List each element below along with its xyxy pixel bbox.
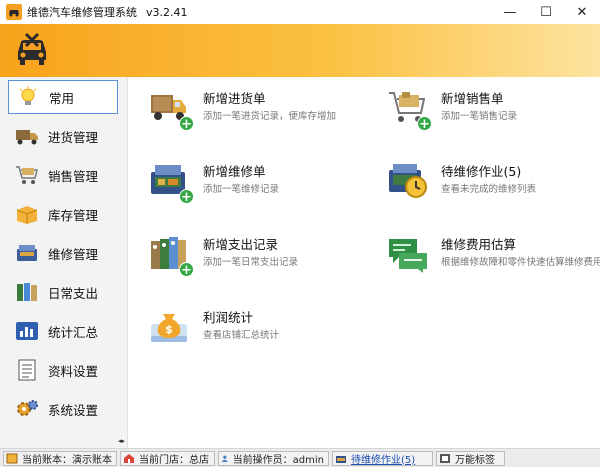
header-banner <box>0 24 600 77</box>
sidebar-item-repair[interactable]: 维修管理 <box>8 236 118 270</box>
status-account-text: 当前账本：演示账本 <box>22 454 112 466</box>
status-universal-labels[interactable]: 万能标签 <box>436 450 505 466</box>
tile-description: 添加一笔维修记录 <box>203 184 280 195</box>
tile-new-expense[interactable]: + 新增支出记录 添加一笔日常支出记录 <box>149 235 299 278</box>
toolbox-icon <box>14 241 40 265</box>
money-bag-icon: $ <box>149 308 191 348</box>
chat-estimate-icon <box>387 235 429 275</box>
store-icon <box>124 453 134 463</box>
sidebar-item-label: 常用 <box>49 90 75 106</box>
universal-labels-text[interactable]: 万能标签 <box>455 451 495 466</box>
tile-title: 新增支出记录 <box>203 237 279 252</box>
truck-add-icon: + <box>149 89 194 132</box>
maximize-button[interactable]: ☐ <box>528 0 564 24</box>
main-content: + 新增进货单 添加一笔进货记录，便库存增加 + 新增销售单 添加一笔销售记录 … <box>129 77 600 448</box>
tile-new-purchase[interactable]: + 新增进货单 添加一笔进货记录，便库存增加 <box>149 89 337 132</box>
status-store-text: 当前门店：总店 <box>139 454 209 466</box>
tile-title: 待维修作业(5) <box>441 164 522 179</box>
sidebar-item-label: 库存管理 <box>48 207 99 223</box>
tile-new-sales[interactable]: + 新增销售单 添加一笔销售记录 <box>387 89 518 132</box>
tile-title: 维修费用估算 <box>441 237 517 252</box>
sidebar-item-sales[interactable]: 销售管理 <box>8 158 118 192</box>
tile-title: 新增进货单 <box>203 91 266 106</box>
label-icon <box>440 453 450 463</box>
tile-description: 查看店铺汇总统计 <box>203 330 280 341</box>
sidebar-item-label: 系统设置 <box>48 402 99 418</box>
svg-text:$: $ <box>165 323 173 336</box>
toolbox-clock-icon <box>387 162 429 202</box>
tile-description: 根据维修故障和零件快速估算维修费用。 <box>441 257 600 268</box>
user-icon <box>221 455 229 462</box>
status-operator-text: 当前操作员：admin <box>232 454 324 466</box>
sidebar-collapse-handle[interactable]: ◂▸ <box>118 437 125 445</box>
tile-description: 添加一笔日常支出记录 <box>203 257 299 268</box>
truck-icon <box>14 124 40 148</box>
toolbox-add-icon: + <box>149 162 194 205</box>
close-button[interactable]: ✕ <box>564 0 600 24</box>
tile-profit-statistics[interactable]: $ 利润统计 查看店铺汇总统计 <box>149 308 279 348</box>
sidebar-item-system-settings[interactable]: 系统设置 <box>8 392 118 426</box>
toolbox-icon <box>336 455 346 463</box>
sidebar-item-inventory[interactable]: 库存管理 <box>8 197 118 231</box>
sidebar-item-label: 日常支出 <box>48 285 99 301</box>
status-operator: 当前操作员：admin <box>218 450 329 466</box>
car-repair-logo-icon <box>18 32 46 65</box>
sidebar-item-label: 进货管理 <box>48 129 99 145</box>
tile-repair-cost-estimate[interactable]: 维修费用估算 根据维修故障和零件快速估算维修费用。 <box>387 235 600 275</box>
window-title: 维德汽车维修管理系统 <box>27 6 137 19</box>
tile-new-repair[interactable]: + 新增维修单 添加一笔维修记录 <box>149 162 280 205</box>
minimize-button[interactable]: — <box>492 0 528 24</box>
title-bar: 维德汽车维修管理系统 v3.2.41 — ☐ ✕ <box>0 0 600 24</box>
sidebar-item-statistics[interactable]: 统计汇总 <box>8 314 118 348</box>
tile-title: 新增销售单 <box>441 91 504 106</box>
cart-add-icon: + <box>387 89 432 132</box>
status-account: 当前账本：演示账本 <box>3 450 117 466</box>
pending-repairs-link[interactable]: 待维修作业(5) <box>351 451 415 466</box>
status-pending-repairs[interactable]: 待维修作业(5) <box>332 450 433 466</box>
box-icon <box>14 202 40 226</box>
tile-description: 添加一笔进货记录，便库存增加 <box>203 111 337 122</box>
tile-pending-repairs[interactable]: 待维修作业(5) 查看未完成的维修列表 <box>387 162 536 202</box>
sidebar-item-purchase[interactable]: 进货管理 <box>8 119 118 153</box>
sidebar-item-label: 维修管理 <box>48 246 99 262</box>
binders-add-icon: + <box>149 235 194 278</box>
sidebar-item-label: 资料设置 <box>48 363 99 379</box>
tile-description: 查看未完成的维修列表 <box>441 184 537 195</box>
shopping-cart-icon <box>14 163 40 187</box>
sidebar-item-common[interactable]: 常用 <box>8 80 118 114</box>
lightbulb-icon <box>15 85 41 109</box>
ledger-icon <box>6 453 18 463</box>
sidebar-item-expense[interactable]: 日常支出 <box>8 275 118 309</box>
app-logo-icon <box>6 4 22 20</box>
sidebar-item-data-settings[interactable]: 资料设置 <box>8 353 118 387</box>
tile-title: 利润统计 <box>203 310 254 325</box>
tile-title: 新增维修单 <box>203 164 266 179</box>
sidebar-item-label: 销售管理 <box>48 168 99 184</box>
chart-icon <box>14 319 40 343</box>
document-icon <box>14 358 40 382</box>
sidebar-item-label: 统计汇总 <box>48 324 99 340</box>
status-bar: 当前账本：演示账本 当前门店：总店 当前操作员：admin 待维修作业(5) 万… <box>0 448 600 467</box>
status-store: 当前门店：总店 <box>120 450 215 466</box>
binders-icon <box>14 280 40 304</box>
app-version: v3.2.41 <box>146 5 188 19</box>
gears-icon <box>14 397 40 421</box>
sidebar: 常用 进货管理 销售管理 库存管理 维修管理 日常支出 统计汇总 资料设置 系统… <box>0 77 128 448</box>
tile-description: 添加一笔销售记录 <box>441 111 518 122</box>
